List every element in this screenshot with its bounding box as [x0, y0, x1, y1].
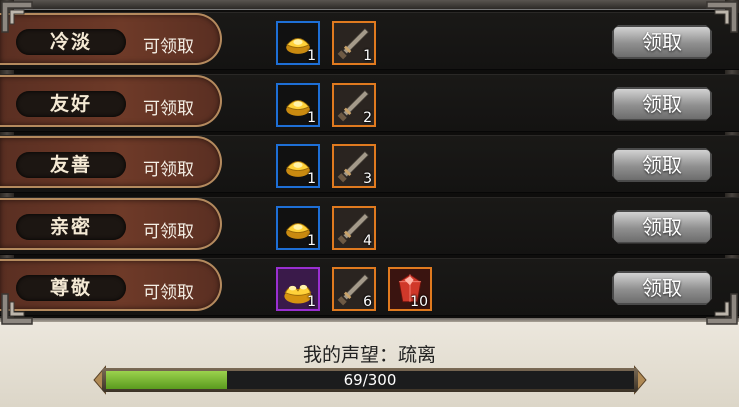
- reward-item[interactable]: 1: [276, 144, 320, 188]
- reward-item[interactable]: 3: [332, 144, 376, 188]
- tier-status: 可领取: [143, 160, 194, 180]
- tier-status: 可领取: [143, 221, 194, 242]
- reward-item[interactable]: 1: [332, 21, 376, 65]
- corner-ornament-icon: [0, 0, 40, 40]
- reward-item[interactable]: 1: [276, 267, 320, 311]
- claim-button[interactable]: 领取: [612, 86, 712, 121]
- reward-item[interactable]: 10: [388, 267, 432, 311]
- tier-tag: 亲密 可领取: [0, 197, 222, 250]
- reward-row: 友善 可领取 1 3 领取: [0, 132, 739, 193]
- reward-item[interactable]: 1: [276, 21, 320, 65]
- tier-name: 亲密: [16, 213, 126, 240]
- tier-tag: 友善 可领取: [0, 136, 222, 188]
- reward-item[interactable]: 1: [276, 205, 320, 250]
- item-quantity: 1: [307, 109, 316, 126]
- corner-ornament-icon: [0, 286, 40, 326]
- bar-outer: 69/300: [102, 368, 638, 392]
- reward-item[interactable]: 4: [332, 205, 376, 250]
- corner-ornament-icon: [699, 286, 739, 326]
- tier-status: 可领取: [143, 283, 194, 303]
- item-quantity: 1: [307, 232, 316, 249]
- item-quantity: 6: [363, 294, 372, 310]
- reward-item[interactable]: 1: [276, 82, 320, 127]
- item-quantity: 1: [307, 171, 316, 187]
- reputation-label: 我的声望：疏离: [302, 344, 436, 366]
- reward-item[interactable]: 2: [332, 82, 376, 127]
- tier-tag: 友好 可领取: [0, 74, 222, 127]
- reward-row: 冷淡 可领取 1 1 领取: [0, 9, 739, 70]
- item-quantity: 2: [363, 109, 372, 126]
- item-quantity: 1: [307, 294, 316, 310]
- claim-button[interactable]: 领取: [612, 25, 712, 59]
- claim-button[interactable]: 领取: [612, 271, 712, 305]
- reward-row: 亲密 可领取 1 4 领取: [0, 194, 739, 255]
- bar-track: 69/300: [106, 371, 634, 389]
- tier-status: 可领取: [143, 37, 194, 57]
- corner-ornament-icon: [699, 0, 739, 40]
- item-quantity: 4: [363, 232, 372, 249]
- item-quantity: 1: [363, 48, 372, 64]
- tier-name: 友善: [16, 152, 126, 178]
- reward-row: 尊敬 可领取 1 6 10 领取: [0, 255, 739, 316]
- reputation-reward-panel: 冷淡 可领取 1 1 领取 友好 可领取 1 2 领取 友善 可领取 1 3 领取 亲密 可领取 1 4 领取 尊敬 可领…: [0, 0, 739, 407]
- item-quantity: 1: [307, 48, 316, 64]
- tier-status: 可领取: [143, 98, 194, 119]
- reputation-progress-bar: 69/300: [92, 364, 648, 396]
- tier-name: 友好: [16, 90, 126, 117]
- item-quantity: 3: [363, 171, 372, 187]
- claim-button[interactable]: 领取: [612, 209, 712, 244]
- progress-text: 69/300: [343, 371, 397, 389]
- reward-item[interactable]: 6: [332, 267, 376, 311]
- claim-button[interactable]: 领取: [612, 148, 712, 182]
- item-quantity: 10: [410, 294, 428, 310]
- reward-row: 友好 可领取 1 2 领取: [0, 71, 739, 132]
